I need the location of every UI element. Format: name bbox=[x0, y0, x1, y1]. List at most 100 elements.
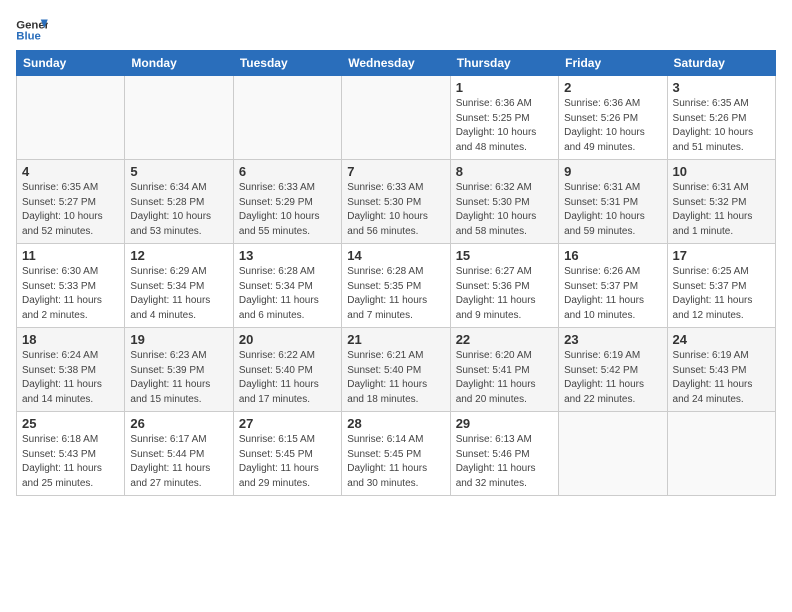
day-cell: 3 Sunrise: 6:35 AMSunset: 5:26 PMDaylight… bbox=[667, 76, 775, 160]
day-header-friday: Friday bbox=[559, 51, 667, 76]
day-cell: 29Sunrise: 6:13 AMSunset: 5:46 PMDayligh… bbox=[450, 412, 558, 496]
day-number: 14 bbox=[347, 248, 444, 263]
day-number: 3 bbox=[673, 80, 770, 95]
day-detail: Sunrise: 6:28 AMSunset: 5:35 PMDaylight:… bbox=[347, 265, 444, 323]
day-cell: 8 Sunrise: 6:32 AMSunset: 5:30 PMDaylight… bbox=[450, 160, 558, 244]
day-header-saturday: Saturday bbox=[667, 51, 775, 76]
day-detail: Sunrise: 6:35 AMSunset: 5:26 PMDaylight:… bbox=[673, 97, 770, 155]
calendar-table: SundayMondayTuesdayWednesdayThursdayFrid… bbox=[16, 50, 776, 496]
day-detail: Sunrise: 6:14 AMSunset: 5:45 PMDaylight:… bbox=[347, 433, 444, 491]
day-cell: 24Sunrise: 6:19 AMSunset: 5:43 PMDayligh… bbox=[667, 328, 775, 412]
day-header-wednesday: Wednesday bbox=[342, 51, 450, 76]
day-cell: 19 Sunrise: 6:23 AMSunset: 5:39 PMDayligh… bbox=[125, 328, 233, 412]
day-cell: 21 Sunrise: 6:21 AMSunset: 5:40 PMDayligh… bbox=[342, 328, 450, 412]
day-number: 7 bbox=[347, 164, 444, 179]
day-cell: 5Sunrise: 6:34 AMSunset: 5:28 PMDaylight… bbox=[125, 160, 233, 244]
day-number: 15 bbox=[456, 248, 553, 263]
logo: General Blue bbox=[16, 16, 48, 44]
day-detail: Sunrise: 6:32 AMSunset: 5:30 PMDaylight:… bbox=[456, 181, 553, 239]
day-detail: Sunrise: 6:29 AMSunset: 5:34 PMDaylight:… bbox=[130, 265, 227, 323]
day-detail: Sunrise: 6:35 AMSunset: 5:27 PMDaylight:… bbox=[22, 181, 119, 239]
svg-text:Blue: Blue bbox=[16, 31, 41, 43]
day-header-monday: Monday bbox=[125, 51, 233, 76]
day-number: 1 bbox=[456, 80, 553, 95]
day-detail: Sunrise: 6:28 AMSunset: 5:34 PMDaylight:… bbox=[239, 265, 336, 323]
day-cell bbox=[125, 76, 233, 160]
day-detail: Sunrise: 6:22 AMSunset: 5:40 PMDaylight:… bbox=[239, 349, 336, 407]
day-detail: Sunrise: 6:33 AMSunset: 5:30 PMDaylight:… bbox=[347, 181, 444, 239]
day-cell: 26 Sunrise: 6:17 AMSunset: 5:44 PMDayligh… bbox=[125, 412, 233, 496]
day-number: 19 bbox=[130, 332, 227, 347]
day-number: 2 bbox=[564, 80, 661, 95]
day-detail: Sunrise: 6:36 AMSunset: 5:26 PMDaylight:… bbox=[564, 97, 661, 155]
day-number: 5 bbox=[130, 164, 227, 179]
day-number: 13 bbox=[239, 248, 336, 263]
day-header-thursday: Thursday bbox=[450, 51, 558, 76]
day-detail: Sunrise: 6:19 AMSunset: 5:42 PMDaylight:… bbox=[564, 349, 661, 407]
day-detail: Sunrise: 6:21 AMSunset: 5:40 PMDaylight:… bbox=[347, 349, 444, 407]
day-header-sunday: Sunday bbox=[17, 51, 125, 76]
logo-icon: General Blue bbox=[16, 16, 48, 44]
day-cell: 9 Sunrise: 6:31 AMSunset: 5:31 PMDaylight… bbox=[559, 160, 667, 244]
day-number: 21 bbox=[347, 332, 444, 347]
header: General Blue bbox=[16, 16, 776, 44]
day-detail: Sunrise: 6:31 AMSunset: 5:31 PMDaylight:… bbox=[564, 181, 661, 239]
week-row-4: 18 Sunrise: 6:24 AMSunset: 5:38 PMDayligh… bbox=[17, 328, 776, 412]
day-cell: 15 Sunrise: 6:27 AMSunset: 5:36 PMDayligh… bbox=[450, 244, 558, 328]
day-cell: 23 Sunrise: 6:19 AMSunset: 5:42 PMDayligh… bbox=[559, 328, 667, 412]
day-number: 22 bbox=[456, 332, 553, 347]
day-cell bbox=[667, 412, 775, 496]
day-cell: 14 Sunrise: 6:28 AMSunset: 5:35 PMDayligh… bbox=[342, 244, 450, 328]
day-cell: 13 Sunrise: 6:28 AMSunset: 5:34 PMDayligh… bbox=[233, 244, 341, 328]
day-number: 27 bbox=[239, 416, 336, 431]
day-detail: Sunrise: 6:26 AMSunset: 5:37 PMDaylight:… bbox=[564, 265, 661, 323]
day-cell: 18 Sunrise: 6:24 AMSunset: 5:38 PMDayligh… bbox=[17, 328, 125, 412]
day-detail: Sunrise: 6:17 AMSunset: 5:44 PMDaylight:… bbox=[130, 433, 227, 491]
day-cell: 4Sunrise: 6:35 AMSunset: 5:27 PMDaylight… bbox=[17, 160, 125, 244]
day-cell: 2 Sunrise: 6:36 AMSunset: 5:26 PMDaylight… bbox=[559, 76, 667, 160]
day-detail: Sunrise: 6:24 AMSunset: 5:38 PMDaylight:… bbox=[22, 349, 119, 407]
day-number: 11 bbox=[22, 248, 119, 263]
day-cell: 10 Sunrise: 6:31 AMSunset: 5:32 PMDayligh… bbox=[667, 160, 775, 244]
day-header-tuesday: Tuesday bbox=[233, 51, 341, 76]
day-number: 8 bbox=[456, 164, 553, 179]
day-cell bbox=[342, 76, 450, 160]
day-cell: 12 Sunrise: 6:29 AMSunset: 5:34 PMDayligh… bbox=[125, 244, 233, 328]
day-detail: Sunrise: 6:25 AMSunset: 5:37 PMDaylight:… bbox=[673, 265, 770, 323]
day-detail: Sunrise: 6:18 AMSunset: 5:43 PMDaylight:… bbox=[22, 433, 119, 491]
day-detail: Sunrise: 6:15 AMSunset: 5:45 PMDaylight:… bbox=[239, 433, 336, 491]
week-row-5: 25Sunrise: 6:18 AMSunset: 5:43 PMDayligh… bbox=[17, 412, 776, 496]
day-detail: Sunrise: 6:31 AMSunset: 5:32 PMDaylight:… bbox=[673, 181, 770, 239]
day-cell: 28 Sunrise: 6:14 AMSunset: 5:45 PMDayligh… bbox=[342, 412, 450, 496]
day-number: 26 bbox=[130, 416, 227, 431]
day-cell: 17 Sunrise: 6:25 AMSunset: 5:37 PMDayligh… bbox=[667, 244, 775, 328]
day-detail: Sunrise: 6:13 AMSunset: 5:46 PMDaylight:… bbox=[456, 433, 553, 491]
day-cell: 6 Sunrise: 6:33 AMSunset: 5:29 PMDaylight… bbox=[233, 160, 341, 244]
day-number: 10 bbox=[673, 164, 770, 179]
day-detail: Sunrise: 6:23 AMSunset: 5:39 PMDaylight:… bbox=[130, 349, 227, 407]
day-detail: Sunrise: 6:33 AMSunset: 5:29 PMDaylight:… bbox=[239, 181, 336, 239]
day-cell: 27 Sunrise: 6:15 AMSunset: 5:45 PMDayligh… bbox=[233, 412, 341, 496]
week-row-3: 11 Sunrise: 6:30 AMSunset: 5:33 PMDayligh… bbox=[17, 244, 776, 328]
day-number: 28 bbox=[347, 416, 444, 431]
day-cell bbox=[17, 76, 125, 160]
day-cell: 1Sunrise: 6:36 AMSunset: 5:25 PMDaylight… bbox=[450, 76, 558, 160]
day-cell: 11 Sunrise: 6:30 AMSunset: 5:33 PMDayligh… bbox=[17, 244, 125, 328]
day-number: 9 bbox=[564, 164, 661, 179]
day-cell bbox=[233, 76, 341, 160]
day-number: 18 bbox=[22, 332, 119, 347]
day-detail: Sunrise: 6:20 AMSunset: 5:41 PMDaylight:… bbox=[456, 349, 553, 407]
day-number: 16 bbox=[564, 248, 661, 263]
day-detail: Sunrise: 6:30 AMSunset: 5:33 PMDaylight:… bbox=[22, 265, 119, 323]
day-number: 17 bbox=[673, 248, 770, 263]
day-number: 23 bbox=[564, 332, 661, 347]
week-row-1: 1Sunrise: 6:36 AMSunset: 5:25 PMDaylight… bbox=[17, 76, 776, 160]
day-cell bbox=[559, 412, 667, 496]
day-number: 6 bbox=[239, 164, 336, 179]
day-number: 12 bbox=[130, 248, 227, 263]
day-number: 20 bbox=[239, 332, 336, 347]
day-number: 24 bbox=[673, 332, 770, 347]
day-detail: Sunrise: 6:27 AMSunset: 5:36 PMDaylight:… bbox=[456, 265, 553, 323]
header-row: SundayMondayTuesdayWednesdayThursdayFrid… bbox=[17, 51, 776, 76]
day-cell: 25Sunrise: 6:18 AMSunset: 5:43 PMDayligh… bbox=[17, 412, 125, 496]
